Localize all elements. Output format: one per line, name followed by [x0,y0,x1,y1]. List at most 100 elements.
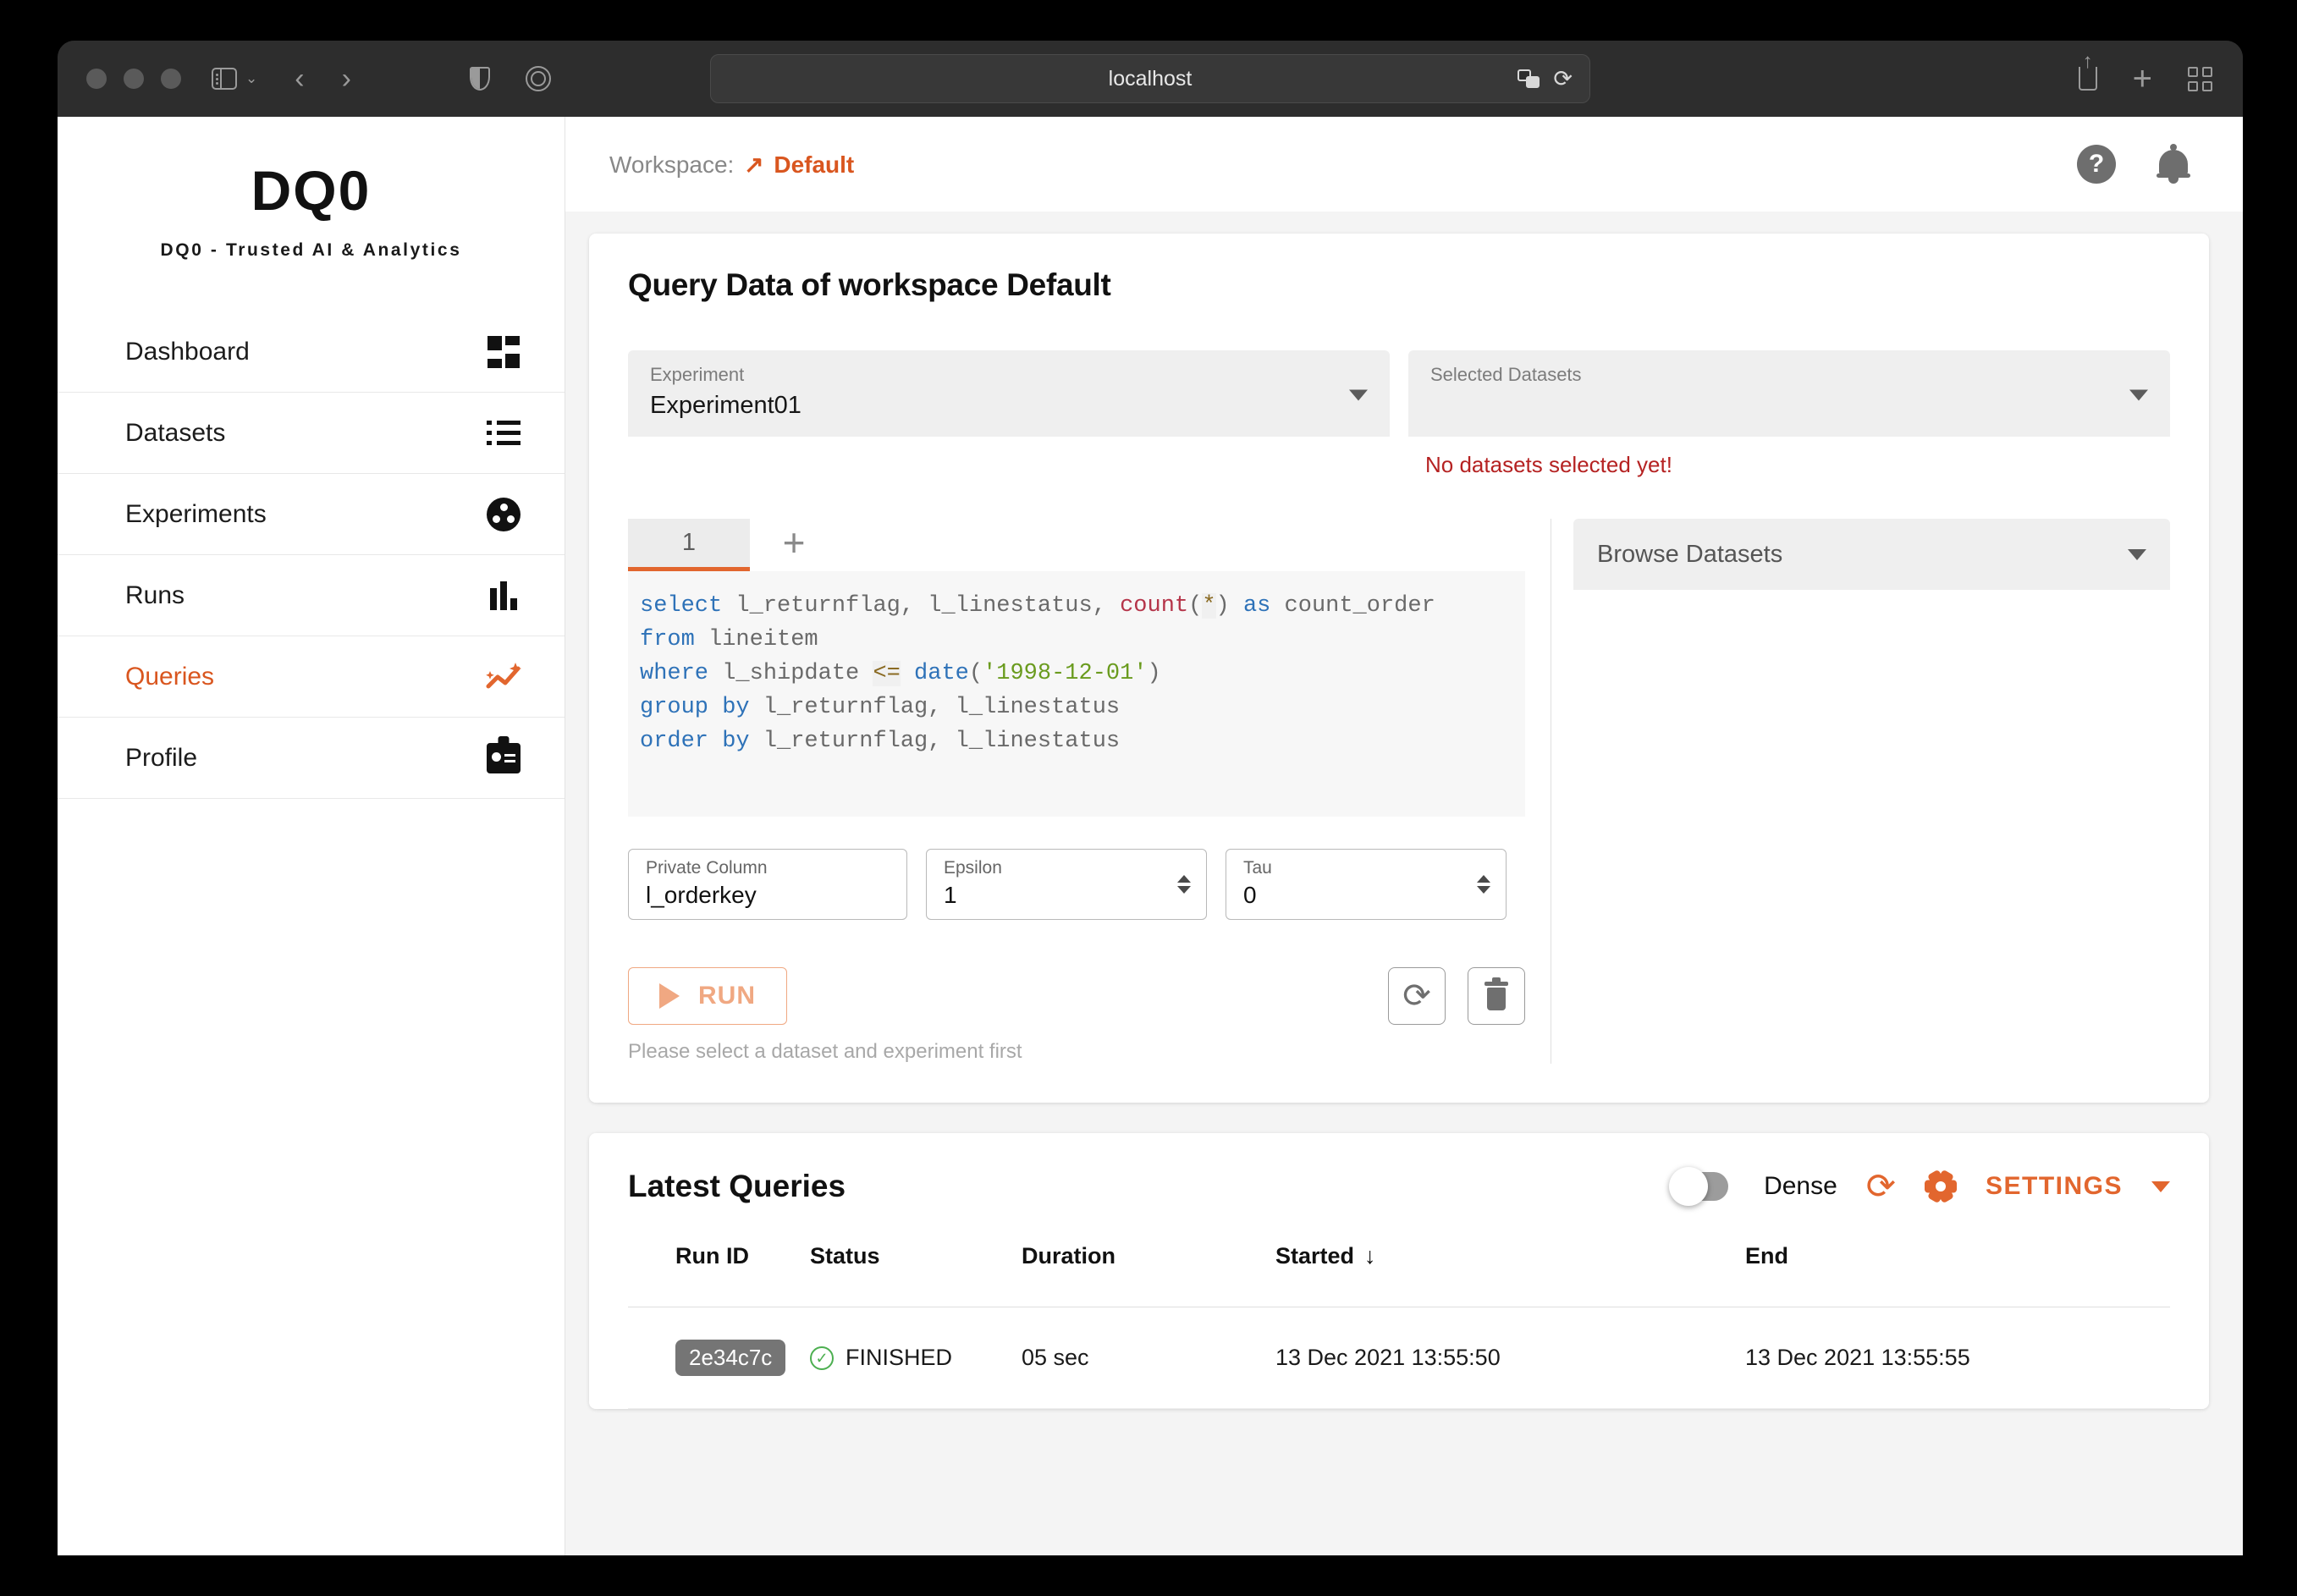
sql-line: where l_shipdate <= date('1998-12-01') [640,658,1513,691]
epsilon-value: 1 [944,882,1189,909]
forward-arrow-icon[interactable]: › [342,64,351,93]
browser-window: ⌄ ‹ › localhost ⟳ + [58,41,2243,1555]
epsilon-field[interactable]: Epsilon 1 [926,849,1207,920]
sql-editor[interactable]: select l_returnflag, l_linestatus, count… [628,571,1525,817]
column-header-started[interactable]: Started ↓ [1275,1243,1745,1307]
app-topbar: Workspace: ↗ Default ? [565,117,2243,212]
translate-icon[interactable] [1518,69,1540,88]
list-icon [485,415,522,452]
editor-row: 1 + select l_returnflag, l_linestatus, c… [628,519,2170,1064]
sidebar-nav: Dashboard Datasets Experiments [58,311,565,799]
browse-datasets-label: Browse Datasets [1597,541,1782,569]
sidebar-item-dashboard[interactable]: Dashboard [58,311,565,393]
check-circle-icon: ✓ [810,1346,834,1370]
chevron-down-icon[interactable]: ⌄ [245,70,257,87]
cell-duration: 05 sec [1022,1307,1275,1409]
datasets-error-message: No datasets selected yet! [1425,452,2170,478]
breadcrumb: Workspace: ↗ Default [609,151,854,179]
sidebar-item-profile[interactable]: Profile [58,718,565,799]
column-header-duration[interactable]: Duration [1022,1243,1275,1307]
column-header-run-id[interactable]: Run ID [628,1243,810,1307]
editor-column: 1 + select l_returnflag, l_linestatus, c… [628,519,1551,1064]
play-icon [659,983,680,1009]
trend-line-icon [485,658,522,696]
run-hint-text: Please select a dataset and experiment f… [628,1040,1022,1064]
url-text: localhost [1109,67,1193,91]
window-controls[interactable] [86,69,181,89]
reset-query-button[interactable]: ⟳ [1388,967,1446,1025]
external-link-icon: ↗ [744,151,763,178]
column-header-started-label: Started [1275,1243,1354,1269]
experiment-select-label: Experiment [650,364,1368,386]
column-header-status[interactable]: Status [810,1243,1022,1307]
settings-button[interactable]: SETTINGS [1986,1172,2123,1201]
close-window-button[interactable] [86,69,107,89]
share-icon[interactable] [2079,67,2097,91]
chevron-down-icon [2128,549,2146,560]
sort-descending-icon: ↓ [1364,1243,1376,1269]
epsilon-stepper[interactable] [1177,875,1191,894]
sidebar-item-label: Datasets [125,419,225,448]
datasets-select[interactable]: Selected Datasets [1408,350,2170,437]
dense-toggle-label: Dense [1764,1172,1837,1201]
epsilon-label: Epsilon [944,858,1189,878]
private-column-field[interactable]: Private Column l_orderkey [628,849,907,920]
parameters-row: Private Column l_orderkey Epsilon 1 Tau [628,849,1525,920]
run-button[interactable]: RUN [628,967,787,1025]
table-header-row: Run ID Status Duration Started ↓ End [628,1243,2170,1307]
bell-icon[interactable] [2157,145,2190,184]
add-tab-button[interactable]: + [750,519,838,571]
table-row[interactable]: 2e34c7c ✓ FINISHED 05 sec 13 Dec 2021 1 [628,1307,2170,1409]
privacy-report-icon[interactable] [526,66,551,91]
minimize-window-button[interactable] [124,69,144,89]
delete-query-button[interactable] [1468,967,1525,1025]
sidebar-item-queries[interactable]: Queries [58,636,565,718]
cell-end: 13 Dec 2021 13:55:55 [1745,1307,2170,1409]
tau-stepper[interactable] [1477,875,1490,894]
refresh-icon: ⟳ [1402,982,1431,1010]
latest-queries-card: Latest Queries Dense ⟳ SETTINGS [589,1133,2209,1409]
chevron-down-icon[interactable] [2151,1181,2170,1192]
reader-view-icon[interactable] [470,67,490,91]
run-group: RUN Please select a dataset and experime… [628,967,1022,1064]
page-title: Query Data of workspace Default [628,267,2170,303]
sidebar-item-label: Experiments [125,500,267,529]
app-page: DQ0 DQ0 - Trusted AI & Analytics Dashboa… [58,117,2243,1555]
private-column-value: l_orderkey [646,882,890,909]
latest-queries-toolbar: Dense ⟳ SETTINGS [1672,1170,2170,1203]
gear-icon[interactable] [1925,1170,1957,1203]
address-bar[interactable]: localhost ⟳ [710,54,1590,103]
cell-run-id: 2e34c7c [628,1307,810,1409]
chevron-down-icon [2129,389,2148,400]
query-tabs: 1 + [628,519,1525,571]
browse-datasets-select[interactable]: Browse Datasets [1573,519,2170,590]
sidebar-item-experiments[interactable]: Experiments [58,474,565,555]
latest-queries-title: Latest Queries [628,1169,846,1204]
sidebar-item-label: Queries [125,663,214,691]
maximize-window-button[interactable] [161,69,181,89]
workspace-prefix-label: Workspace: [609,151,734,178]
back-arrow-icon[interactable]: ‹ [295,64,304,93]
sidebar-toggle-icon[interactable] [212,68,237,90]
tab-overview-icon[interactable] [2188,67,2212,91]
experiment-select[interactable]: Experiment Experiment01 [628,350,1390,437]
plus-icon[interactable]: + [2133,67,2152,91]
id-badge-icon [485,740,522,777]
reload-icon[interactable]: ⟳ [1553,68,1573,91]
content-scroll-area: Query Data of workspace Default Experime… [565,212,2243,1555]
sidebar-item-label: Runs [125,581,185,610]
brand-logo-text: DQ0 [251,159,372,222]
dense-toggle[interactable] [1672,1172,1728,1201]
tau-field[interactable]: Tau 0 [1226,849,1507,920]
column-header-end[interactable]: End [1745,1243,2170,1307]
help-icon[interactable]: ? [2077,145,2116,184]
sidebar-item-datasets[interactable]: Datasets [58,393,565,474]
sql-line: select l_returnflag, l_linestatus, count… [640,590,1513,624]
refresh-icon[interactable]: ⟳ [1866,1172,1896,1201]
workspace-link[interactable]: Default [774,151,854,178]
sidebar-item-runs[interactable]: Runs [58,555,565,636]
cell-started: 13 Dec 2021 13:55:50 [1275,1307,1745,1409]
editor-icon-buttons: ⟳ [1388,967,1525,1025]
run-button-label: RUN [698,982,756,1010]
tab-query-1[interactable]: 1 [628,519,750,571]
